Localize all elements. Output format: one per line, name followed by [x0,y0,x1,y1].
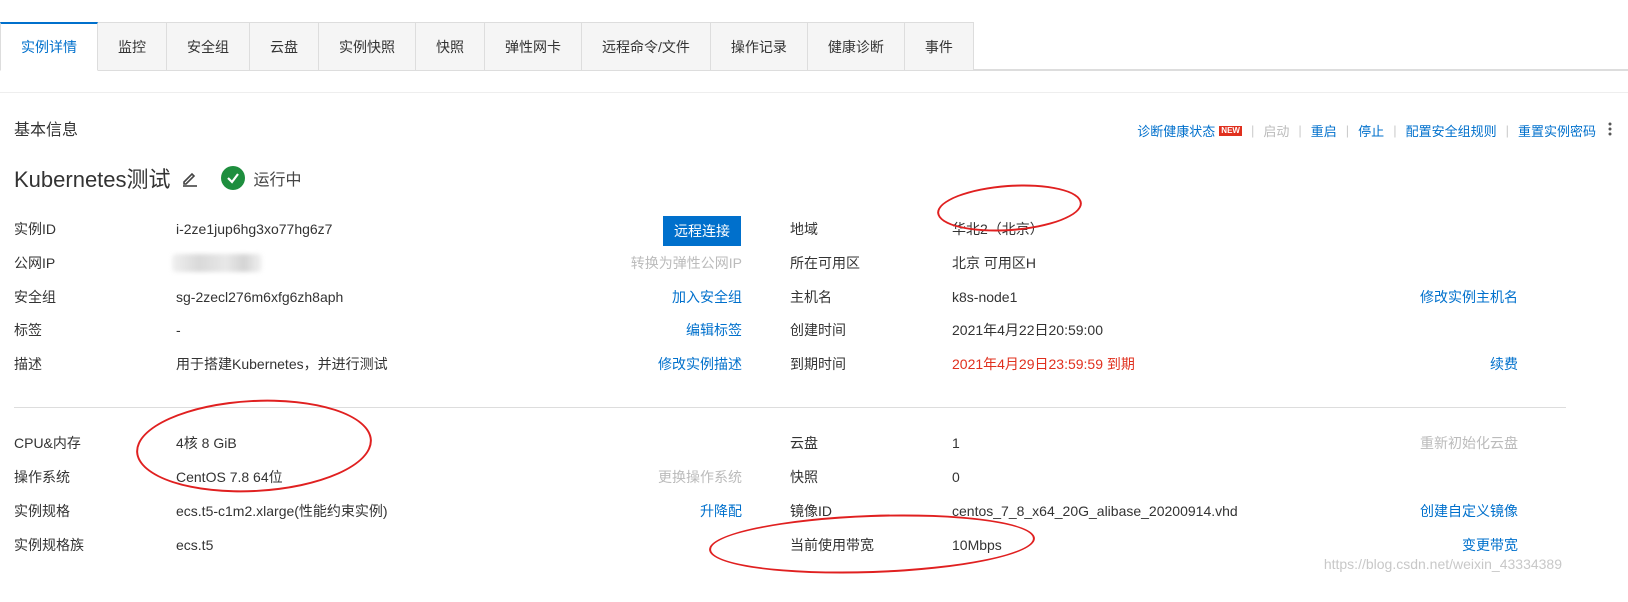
remote-connect-button[interactable]: 远程连接 [663,216,741,246]
instance-spec-value: ecs.t5-c1m2.xlarge(性能约束实例) [176,503,388,519]
diagnose-health-link[interactable]: 诊断健康状态 [1137,121,1215,140]
tab-cloud-disks[interactable]: 云盘 [250,22,319,71]
tab-instance-snapshots[interactable]: 实例快照 [319,22,416,71]
tab-security-groups[interactable]: 安全组 [167,22,250,71]
tab-snapshots[interactable]: 快照 [416,22,485,71]
upgrade-downgrade-link[interactable]: 升降配 [700,501,742,521]
action-separator: | [1345,123,1350,138]
hostname-value: k8s-node1 [952,289,1018,305]
instance-name: Kubernetes测试 [14,167,171,192]
instance-title-row: Kubernetes测试 运行中 [14,162,302,194]
tab-instance-details[interactable]: 实例详情 [0,22,98,71]
spec-family-value: ecs.t5 [176,537,214,553]
cpu-memory-label: CPU&内存 [14,435,81,451]
watermark: https://blog.csdn.net/weixin_43334389 [1323,556,1562,572]
edit-description-link[interactable]: 修改实例描述 [658,354,742,374]
tags-label: 标签 [14,322,42,338]
created-time-value: 2021年4月22日20:59:00 [952,322,1103,338]
description-label: 描述 [14,356,42,372]
tab-bar-filler [973,22,1628,70]
bandwidth-label: 当前使用带宽 [790,537,874,553]
action-separator: | [1250,123,1255,138]
disk-value: 1 [952,435,960,451]
start-link: 启动 [1263,124,1290,139]
disk-label: 云盘 [790,435,818,451]
section-title: 基本信息 [14,122,79,139]
divider [14,407,1566,408]
tab-events[interactable]: 事件 [904,22,974,71]
tab-monitoring[interactable]: 监控 [98,22,167,71]
security-group-value: sg-2zecl276m6xfg6zh8aph [176,289,344,305]
spec-family-label: 实例规格族 [14,537,84,553]
divider [0,92,1628,93]
tab-eni[interactable]: 弹性网卡 [485,22,582,71]
created-time-label: 创建时间 [790,322,846,338]
region-value: 华北2（北京） [952,221,1044,237]
action-separator: | [1298,123,1302,138]
action-separator: | [1393,123,1397,138]
tab-health-diagnosis[interactable]: 健康诊断 [807,22,905,71]
edit-hostname-link[interactable]: 修改实例主机名 [1420,287,1518,307]
zone-label: 所在可用区 [790,255,860,271]
cpu-memory-value: 4核 8 GiB [176,435,237,451]
instance-id-value: i-2ze1jup6hg3xo77hg6z7 [176,221,333,237]
public-ip-value-blurred [172,254,262,272]
convert-eip-link: 转换为弹性公网IP [630,255,742,271]
security-group-label: 安全组 [14,289,56,305]
reinit-disk-link: 重新初始化云盘 [1420,435,1518,451]
snapshot-value: 0 [952,469,960,485]
os-label: 操作系统 [14,469,70,485]
reset-password-link[interactable]: 重置实例密码 [1518,121,1596,140]
snapshot-label: 快照 [790,469,818,485]
change-os-link: 更换操作系统 [658,469,742,485]
edit-pencil-icon[interactable] [181,169,199,187]
instance-id-label: 实例ID [14,221,56,237]
instance-actions: 诊断健康状态 NEW | 启动 | 重启 | 停止 | 配置安全组规则 | 重置… [1137,121,1612,140]
tab-bar: 实例详情 监控 安全组 云盘 实例快照 快照 弹性网卡 远程命令/文件 操作记录… [0,22,1628,71]
change-bandwidth-link[interactable]: 变更带宽 [1462,535,1518,555]
tab-remote-commands[interactable]: 远程命令/文件 [582,22,711,71]
action-separator: | [1505,123,1509,138]
hostname-label: 主机名 [790,289,832,305]
running-check-icon [220,166,245,190]
os-value: CentOS 7.8 64位 [176,469,283,485]
bandwidth-value: 10Mbps [952,537,1002,553]
instance-spec-label: 实例规格 [14,503,70,519]
region-label: 地域 [790,221,818,237]
create-custom-image-link[interactable]: 创建自定义镜像 [1420,501,1518,521]
stop-link[interactable]: 停止 [1358,121,1384,140]
tags-value: - [176,322,181,338]
renew-link[interactable]: 续费 [1490,354,1518,374]
more-vertical-icon[interactable] [1608,122,1612,139]
new-badge: NEW [1219,125,1242,136]
public-ip-label: 公网IP [14,255,56,271]
expire-time-value: 2021年4月29日23:59:59 到期 [952,356,1135,372]
config-sg-rules-link[interactable]: 配置安全组规则 [1406,121,1497,140]
image-id-value: centos_7_8_x64_20G_alibase_20200914.vhd [952,503,1238,519]
tab-operation-logs[interactable]: 操作记录 [710,22,808,71]
zone-value: 北京 可用区H [952,255,1036,271]
edit-tags-link[interactable]: 编辑标签 [686,320,742,340]
description-value: 用于搭建Kubernetes，并进行测试 [176,356,388,372]
expire-time-label: 到期时间 [790,356,846,372]
join-security-group-link[interactable]: 加入安全组 [672,287,742,307]
image-id-label: 镜像ID [790,503,832,519]
restart-link[interactable]: 重启 [1311,121,1337,140]
status-text: 运行中 [253,172,302,189]
